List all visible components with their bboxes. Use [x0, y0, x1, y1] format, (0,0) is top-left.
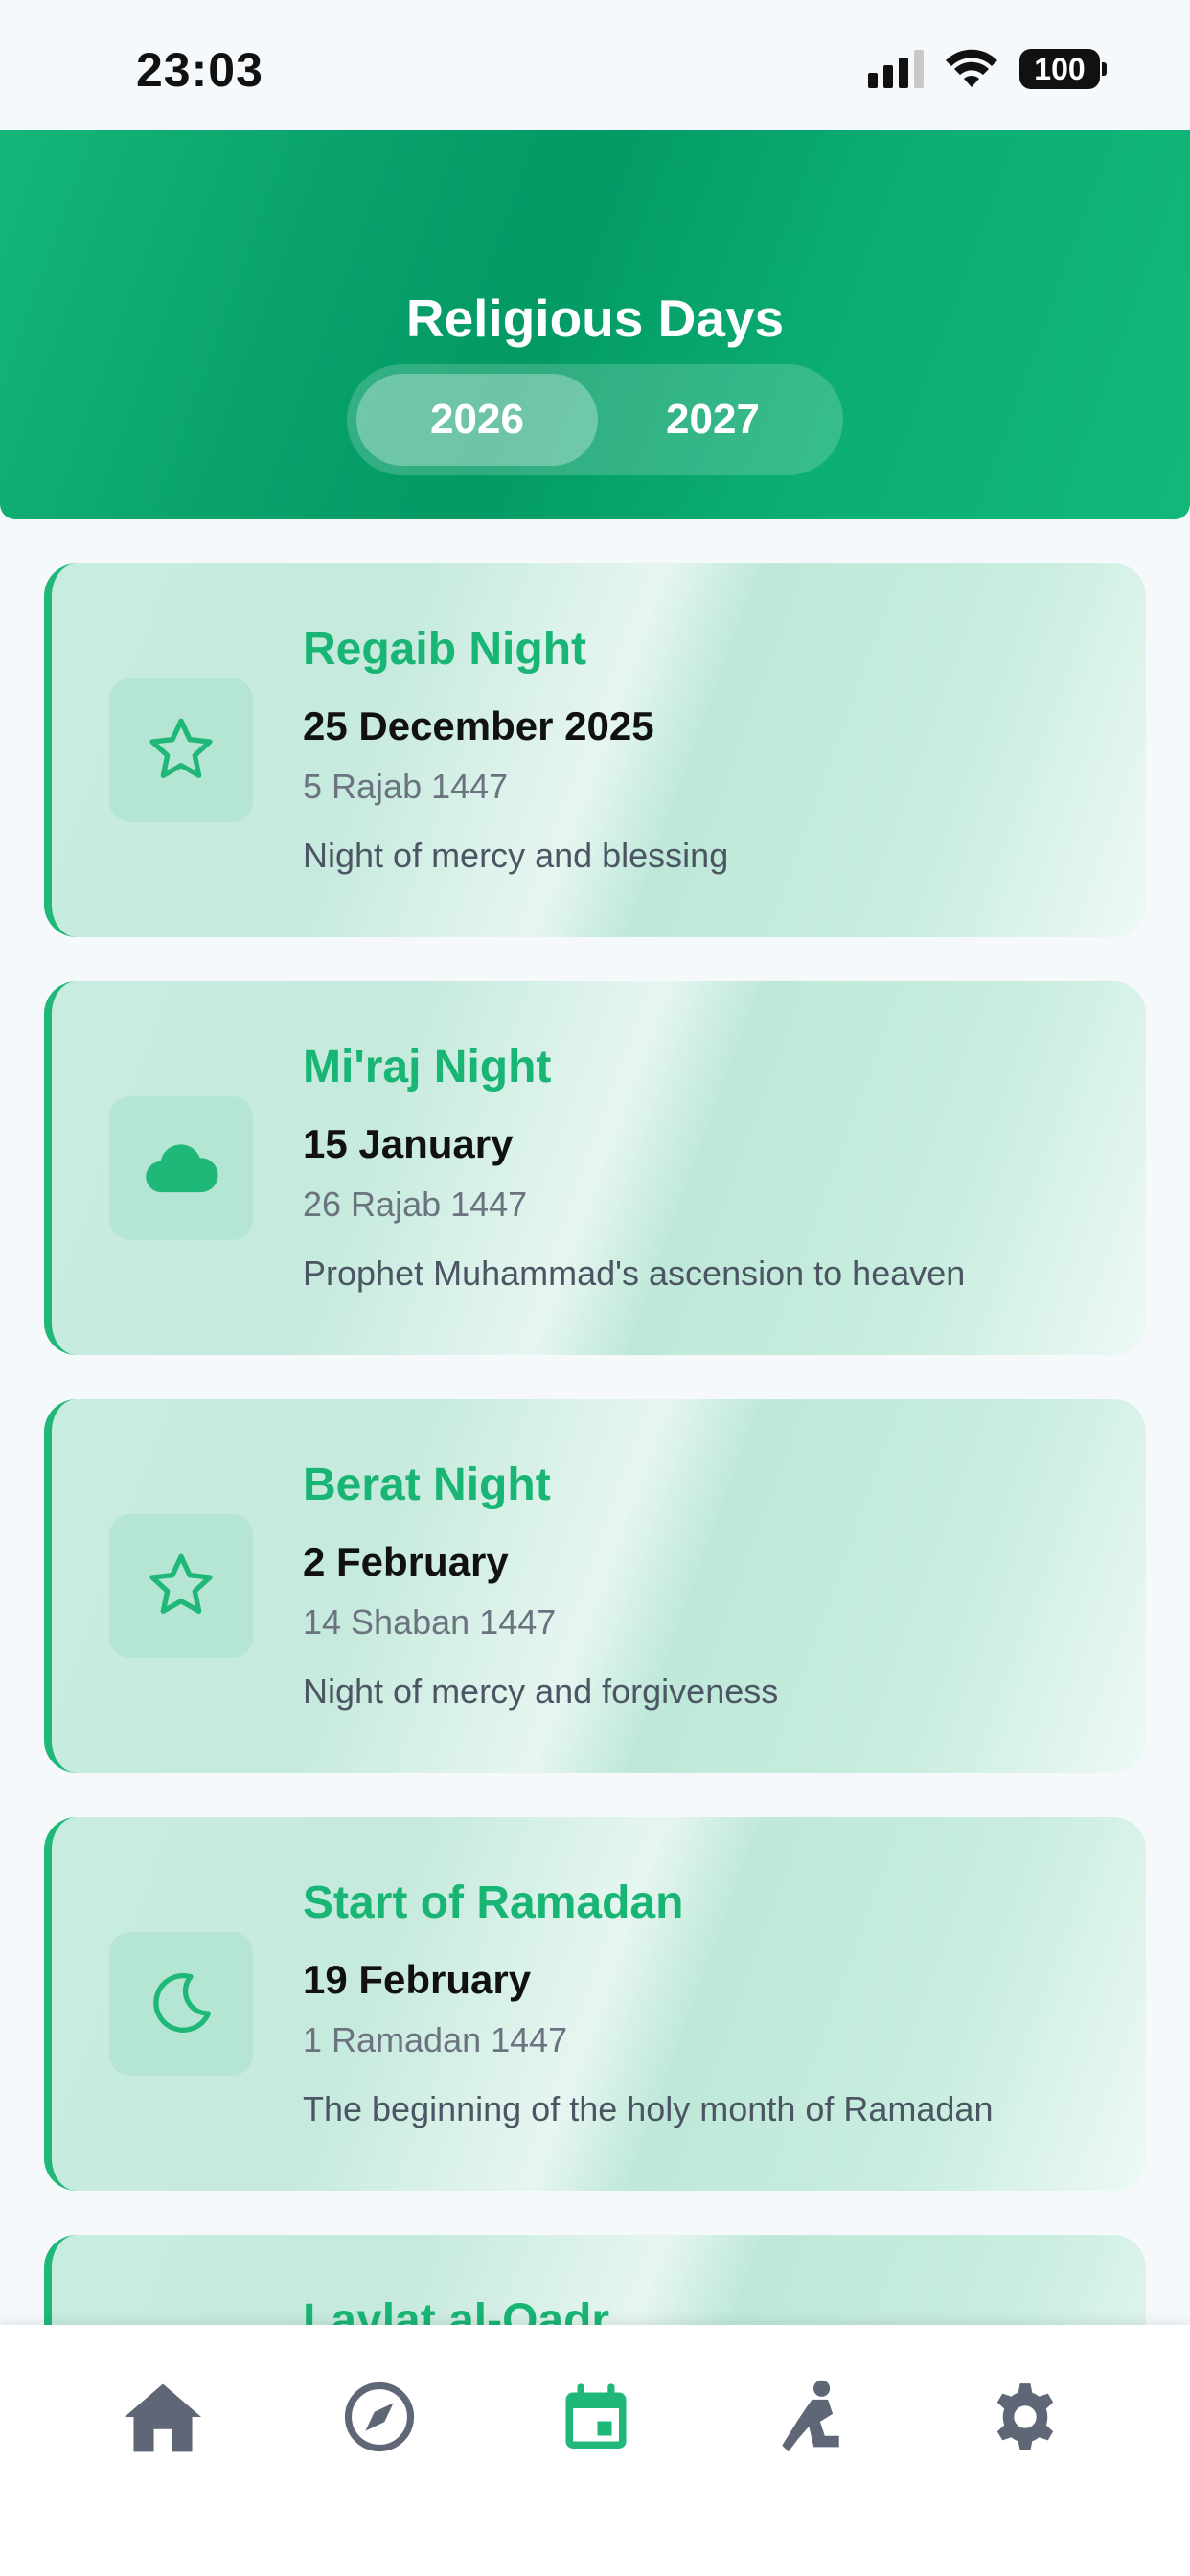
nav-settings[interactable] — [977, 2369, 1073, 2465]
event-description: The beginning of the holy month of Ramad… — [303, 2089, 994, 2128]
prayer-icon — [782, 2380, 839, 2452]
event-card[interactable]: Start of Ramadan 19 February 1 Ramadan 1… — [44, 1817, 1146, 2191]
year-tab-2027[interactable]: 2027 — [592, 374, 834, 466]
cloud-icon — [146, 1144, 218, 1193]
event-title: Mi'raj Night — [303, 1042, 552, 1092]
header: Religious Days 2026 2027 — [0, 130, 1190, 519]
event-date: 15 January — [303, 1121, 514, 1166]
event-hijri-date: 14 Shaban 1447 — [303, 1602, 557, 1642]
event-hijri-date: 1 Ramadan 1447 — [303, 2020, 568, 2059]
event-icon-box — [109, 1514, 253, 1658]
event-card[interactable]: Berat Night 2 February 14 Shaban 1447 Ni… — [44, 1399, 1146, 1773]
star-icon — [149, 718, 213, 778]
status-icons: 100 — [868, 44, 1107, 94]
event-description: Night of mercy and forgiveness — [303, 1671, 779, 1711]
event-card[interactable]: Regaib Night 25 December 2025 5 Rajab 14… — [44, 564, 1146, 937]
battery-icon: 100 — [1019, 49, 1107, 89]
event-icon-box — [109, 1932, 253, 2076]
event-description: Prophet Muhammad's ascension to heaven — [303, 1254, 966, 1293]
gear-icon — [996, 2383, 1054, 2450]
nav-calendar[interactable] — [548, 2369, 644, 2465]
event-title: Start of Ramadan — [303, 1877, 684, 1928]
event-title: Berat Night — [303, 1460, 551, 1510]
nav-home[interactable] — [115, 2369, 211, 2465]
wifi-icon — [946, 49, 997, 87]
bottom-nav — [0, 2325, 1190, 2576]
year-toggle: 2026 2027 — [347, 364, 843, 475]
calendar-icon — [565, 2383, 627, 2449]
compass-icon — [344, 2381, 415, 2452]
nav-prayer[interactable] — [763, 2369, 858, 2465]
status-bar: 23:03 100 — [0, 0, 1190, 130]
event-hijri-date: 5 Rajab 1447 — [303, 767, 509, 806]
home-icon — [125, 2383, 201, 2452]
page-title: Religious Days — [405, 288, 785, 348]
event-date: 2 February — [303, 1539, 509, 1584]
status-time: 23:03 — [136, 43, 263, 97]
signal-icon — [868, 50, 924, 88]
event-description: Night of mercy and blessing — [303, 836, 729, 875]
year-tab-2026[interactable]: 2026 — [356, 374, 598, 466]
star-icon — [149, 1553, 213, 1614]
event-title: Regaib Night — [303, 624, 586, 675]
event-hijri-date: 26 Rajab 1447 — [303, 1184, 528, 1224]
nav-qibla[interactable] — [332, 2369, 427, 2465]
event-date: 19 February — [303, 1957, 532, 2002]
moon-icon — [153, 1972, 211, 2033]
event-icon-box — [109, 678, 253, 822]
battery-level: 100 — [1034, 51, 1086, 86]
event-icon-box — [109, 1096, 253, 1240]
event-date: 25 December 2025 — [303, 703, 654, 748]
event-card[interactable]: Mi'raj Night 15 January 26 Rajab 1447 Pr… — [44, 981, 1146, 1355]
